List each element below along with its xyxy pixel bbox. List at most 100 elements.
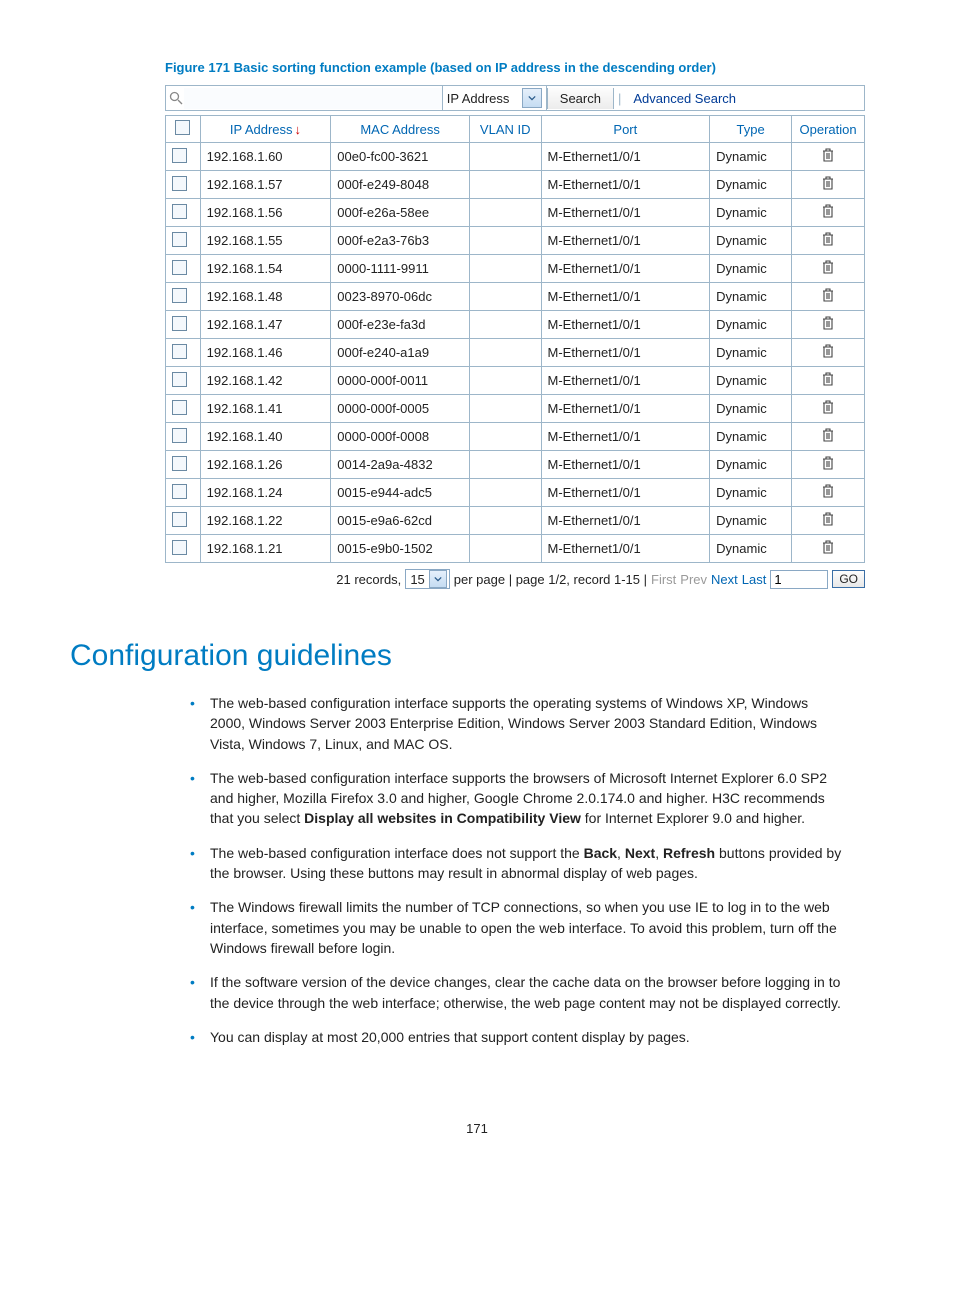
- trash-icon[interactable]: [821, 483, 835, 499]
- row-checkbox[interactable]: [166, 395, 201, 423]
- arp-table: IP Address↓ MAC Address VLAN ID Port Typ…: [165, 115, 865, 563]
- row-checkbox[interactable]: [166, 171, 201, 199]
- pager-next[interactable]: Next: [711, 572, 738, 587]
- table-row: 192.168.1.56000f-e26a-58eeM-Ethernet1/0/…: [166, 199, 865, 227]
- header-checkbox[interactable]: [166, 116, 201, 143]
- cell-operation: [792, 227, 865, 255]
- per-page-select[interactable]: 15: [405, 569, 449, 589]
- trash-icon[interactable]: [821, 511, 835, 527]
- cell-vlan: [469, 339, 541, 367]
- cell-ip: 192.168.1.46: [200, 339, 331, 367]
- cell-type: Dynamic: [710, 171, 792, 199]
- list-item: The web-based configuration interface su…: [190, 693, 884, 768]
- trash-icon[interactable]: [821, 455, 835, 471]
- cell-vlan: [469, 143, 541, 171]
- row-checkbox[interactable]: [166, 143, 201, 171]
- cell-operation: [792, 339, 865, 367]
- cell-mac: 0023-8970-06dc: [331, 283, 470, 311]
- cell-type: Dynamic: [710, 283, 792, 311]
- table-row: 192.168.1.57000f-e249-8048M-Ethernet1/0/…: [166, 171, 865, 199]
- cell-type: Dynamic: [710, 423, 792, 451]
- cell-type: Dynamic: [710, 227, 792, 255]
- table-row: 192.168.1.420000-000f-0011M-Ethernet1/0/…: [166, 367, 865, 395]
- cell-type: Dynamic: [710, 395, 792, 423]
- col-header-port[interactable]: Port: [541, 116, 710, 143]
- trash-icon[interactable]: [821, 147, 835, 163]
- cell-type: Dynamic: [710, 199, 792, 227]
- trash-icon[interactable]: [821, 175, 835, 191]
- trash-icon[interactable]: [821, 315, 835, 331]
- list-item: The web-based configuration interface do…: [190, 843, 884, 898]
- cell-type: Dynamic: [710, 367, 792, 395]
- row-checkbox[interactable]: [166, 311, 201, 339]
- trash-icon[interactable]: [821, 539, 835, 555]
- cell-vlan: [469, 423, 541, 451]
- row-checkbox[interactable]: [166, 255, 201, 283]
- trash-icon[interactable]: [821, 371, 835, 387]
- cell-mac: 0015-e944-adc5: [331, 479, 470, 507]
- table-row: 192.168.1.240015-e944-adc5M-Ethernet1/0/…: [166, 479, 865, 507]
- sort-desc-icon: ↓: [295, 122, 302, 137]
- cell-mac: 0000-000f-0005: [331, 395, 470, 423]
- row-checkbox[interactable]: [166, 423, 201, 451]
- cell-mac: 000f-e23e-fa3d: [331, 311, 470, 339]
- cell-port: M-Ethernet1/0/1: [541, 143, 710, 171]
- row-checkbox[interactable]: [166, 283, 201, 311]
- col-header-type[interactable]: Type: [710, 116, 792, 143]
- table-row: 192.168.1.55000f-e2a3-76b3M-Ethernet1/0/…: [166, 227, 865, 255]
- col-header-vlan[interactable]: VLAN ID: [469, 116, 541, 143]
- cell-port: M-Ethernet1/0/1: [541, 171, 710, 199]
- row-checkbox[interactable]: [166, 507, 201, 535]
- pager: 21 records, 15 per page | page 1/2, reco…: [165, 569, 865, 589]
- chevron-down-icon[interactable]: [522, 88, 542, 108]
- cell-mac: 0000-000f-0011: [331, 367, 470, 395]
- trash-icon[interactable]: [821, 427, 835, 443]
- cell-port: M-Ethernet1/0/1: [541, 283, 710, 311]
- cell-ip: 192.168.1.41: [200, 395, 331, 423]
- cell-port: M-Ethernet1/0/1: [541, 479, 710, 507]
- cell-mac: 0015-e9b0-1502: [331, 535, 470, 563]
- row-checkbox[interactable]: [166, 367, 201, 395]
- trash-icon[interactable]: [821, 259, 835, 275]
- page-number-input[interactable]: [770, 570, 828, 589]
- trash-icon[interactable]: [821, 231, 835, 247]
- row-checkbox[interactable]: [166, 479, 201, 507]
- table-row: 192.168.1.480023-8970-06dcM-Ethernet1/0/…: [166, 283, 865, 311]
- cell-mac: 000f-e26a-58ee: [331, 199, 470, 227]
- go-button[interactable]: GO: [832, 570, 865, 588]
- cell-operation: [792, 395, 865, 423]
- pager-last[interactable]: Last: [742, 572, 767, 587]
- trash-icon[interactable]: [821, 287, 835, 303]
- col-header-ip[interactable]: IP Address↓: [200, 116, 331, 143]
- cell-vlan: [469, 507, 541, 535]
- cell-operation: [792, 199, 865, 227]
- search-button[interactable]: Search: [547, 88, 614, 109]
- row-checkbox[interactable]: [166, 339, 201, 367]
- cell-operation: [792, 507, 865, 535]
- cell-type: Dynamic: [710, 255, 792, 283]
- cell-operation: [792, 171, 865, 199]
- chevron-down-icon[interactable]: [429, 570, 447, 588]
- pager-first: First: [651, 572, 676, 587]
- cell-ip: 192.168.1.42: [200, 367, 331, 395]
- cell-ip: 192.168.1.21: [200, 535, 331, 563]
- search-field-select[interactable]: IP Address: [442, 86, 547, 110]
- trash-icon[interactable]: [821, 343, 835, 359]
- cell-ip: 192.168.1.55: [200, 227, 331, 255]
- cell-operation: [792, 311, 865, 339]
- trash-icon[interactable]: [821, 399, 835, 415]
- col-header-mac[interactable]: MAC Address: [331, 116, 470, 143]
- row-checkbox[interactable]: [166, 227, 201, 255]
- row-checkbox[interactable]: [166, 535, 201, 563]
- row-checkbox[interactable]: [166, 451, 201, 479]
- advanced-search-link[interactable]: Advanced Search: [625, 88, 744, 109]
- cell-operation: [792, 423, 865, 451]
- search-bar: IP Address Search | Advanced Search: [165, 85, 865, 111]
- row-checkbox[interactable]: [166, 199, 201, 227]
- list-item: The web-based configuration interface su…: [190, 768, 884, 843]
- trash-icon[interactable]: [821, 203, 835, 219]
- cell-type: Dynamic: [710, 507, 792, 535]
- cell-operation: [792, 255, 865, 283]
- cell-vlan: [469, 255, 541, 283]
- search-input[interactable]: [184, 88, 442, 109]
